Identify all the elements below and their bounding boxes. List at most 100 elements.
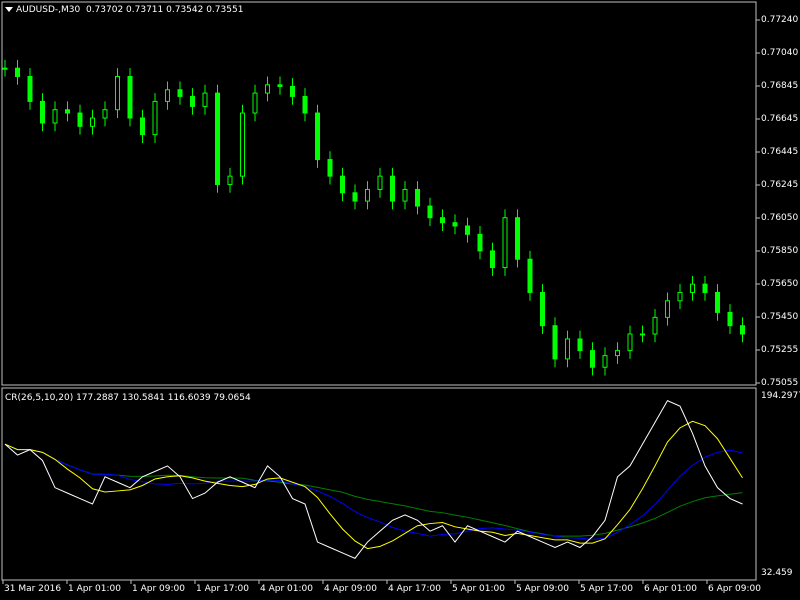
candle-body xyxy=(127,75,133,119)
candle-body xyxy=(502,217,508,269)
candle-body xyxy=(415,188,420,207)
candle-body xyxy=(302,95,308,114)
candle-body xyxy=(727,311,733,327)
candle-body xyxy=(65,109,70,114)
candle-body xyxy=(327,159,333,177)
candle-body xyxy=(140,117,145,136)
candle-body xyxy=(477,233,483,252)
cr-ma3-line xyxy=(4,443,743,537)
price-label: 0.76445 xyxy=(761,147,799,157)
time-label: 5 Apr 17:00 xyxy=(580,584,633,594)
candle-body xyxy=(290,85,295,97)
candle-body xyxy=(627,333,633,352)
candle-body xyxy=(90,117,95,127)
cr-ma1-line xyxy=(4,420,743,550)
chevron-down-icon[interactable] xyxy=(5,7,13,12)
time-label: 6 Apr 09:00 xyxy=(708,584,761,594)
cr-line xyxy=(4,400,743,559)
time-label: 31 Mar 2016 xyxy=(4,584,62,594)
candle-body xyxy=(677,291,683,302)
candle-body xyxy=(102,109,108,119)
candle-body xyxy=(590,350,595,368)
candle-body xyxy=(440,217,445,224)
cr-ma2-line xyxy=(4,443,743,540)
time-label: 1 Apr 09:00 xyxy=(132,584,185,594)
price-label: 0.75450 xyxy=(761,312,799,322)
candle-body xyxy=(390,175,395,202)
candle-body xyxy=(215,92,220,185)
candle-body xyxy=(40,100,45,124)
candle-body xyxy=(227,175,233,185)
time-label: 1 Apr 17:00 xyxy=(196,584,249,594)
candle-body xyxy=(240,112,245,177)
candle-body xyxy=(515,217,520,260)
price-label: 0.75255 xyxy=(761,345,799,355)
time-label: 4 Apr 17:00 xyxy=(388,584,441,594)
price-label: 0.76645 xyxy=(761,114,799,124)
candle-body xyxy=(715,291,720,313)
candle-body xyxy=(115,75,120,111)
candle-body xyxy=(640,333,645,336)
candle-body xyxy=(315,112,320,161)
candle-body xyxy=(340,175,345,194)
candle-body xyxy=(527,258,533,293)
candle-body xyxy=(652,316,658,335)
time-label: 1 Apr 01:00 xyxy=(68,584,121,594)
indicator-panel-border xyxy=(1,387,757,581)
time-label: 5 Apr 01:00 xyxy=(452,584,505,594)
candle-body xyxy=(15,67,20,77)
candle-body xyxy=(352,192,358,202)
candle-body xyxy=(465,225,470,235)
symbol-label: AUDUSD-,M30 xyxy=(16,5,81,15)
candle-body xyxy=(540,291,545,327)
ohlc-values: 0.73702 0.73711 0.73542 0.73551 xyxy=(85,5,244,15)
indicator-max-label: 194.2977 xyxy=(761,391,800,401)
price-label: 0.75850 xyxy=(761,246,799,256)
candle-body xyxy=(77,112,83,127)
time-label: 4 Apr 09:00 xyxy=(324,584,377,594)
candle-body xyxy=(552,325,558,360)
price-label: 0.76845 xyxy=(761,81,799,91)
price-label: 0.75650 xyxy=(761,279,799,289)
price-label: 0.77040 xyxy=(761,48,799,58)
price-label: 0.76245 xyxy=(761,180,799,190)
candles-group xyxy=(2,59,745,376)
price-label: 0.76050 xyxy=(761,213,799,223)
candle-body xyxy=(615,350,620,357)
candle-body xyxy=(577,338,583,352)
candle-body xyxy=(177,89,183,97)
candle-body xyxy=(27,75,33,102)
candle-body xyxy=(665,300,670,318)
time-label: 6 Apr 01:00 xyxy=(644,584,697,594)
candle-body xyxy=(565,338,570,360)
candle-body xyxy=(377,175,383,190)
candle-body xyxy=(202,92,208,107)
symbol-header[interactable]: AUDUSD-,M30 0.73702 0.73711 0.73542 0.73… xyxy=(5,5,243,15)
candle-body xyxy=(190,95,195,107)
candle-body xyxy=(490,250,495,269)
candle-body xyxy=(152,100,158,136)
price-chart[interactable] xyxy=(0,0,800,600)
candle-body xyxy=(365,188,370,202)
price-label: 0.75055 xyxy=(761,378,799,388)
candle-body xyxy=(702,283,708,293)
candle-body xyxy=(402,188,408,202)
time-label: 5 Apr 09:00 xyxy=(516,584,569,594)
candle-body xyxy=(2,67,8,70)
candle-body xyxy=(427,205,433,219)
candle-body xyxy=(165,89,170,102)
candle-body xyxy=(690,283,695,293)
indicator-lines-group xyxy=(4,400,743,559)
time-label: 4 Apr 01:00 xyxy=(260,584,313,594)
candle-body xyxy=(602,355,608,368)
indicator-title: CR(26,5,10,20) 177.2887 130.5841 116.603… xyxy=(5,393,251,403)
candle-body xyxy=(277,84,283,87)
candle-body xyxy=(740,325,745,335)
candle-body xyxy=(52,109,58,124)
indicator-min-label: 32.459 xyxy=(761,568,793,578)
price-label: 0.77240 xyxy=(761,15,799,25)
candle-body xyxy=(265,84,270,94)
price-axis-ticks xyxy=(756,19,760,384)
candle-body xyxy=(252,92,258,114)
candle-body xyxy=(452,222,458,227)
